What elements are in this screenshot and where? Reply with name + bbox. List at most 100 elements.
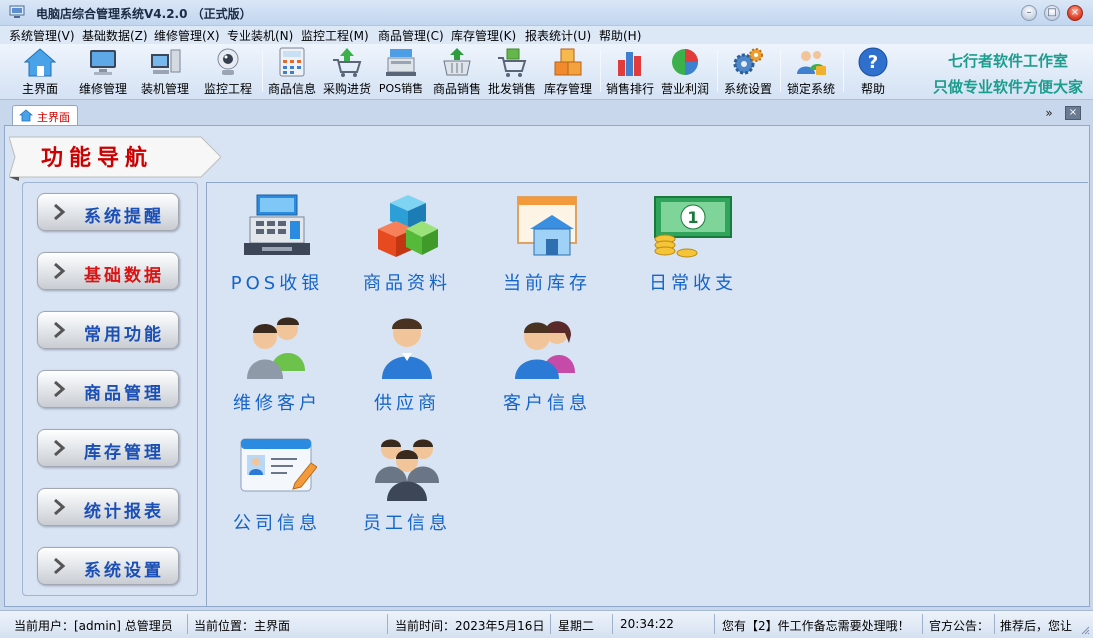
computer-icon (151, 49, 181, 74)
cash-register-icon (386, 49, 416, 76)
app-icon (9, 5, 25, 18)
svg-text:?: ? (868, 52, 878, 73)
status-separator (550, 614, 551, 634)
status-notice[interactable]: 推荐后，您让 (1000, 617, 1076, 634)
tab-home[interactable]: 主界面 (12, 105, 78, 126)
func-goods-data[interactable]: 商品资料 (337, 193, 477, 303)
menu-basic-data[interactable]: 基础数据(Z) (82, 27, 148, 44)
chevron-right-icon (54, 321, 66, 339)
cash-register-icon (244, 194, 310, 255)
toolbar-help-button[interactable]: ? 帮助 (850, 46, 896, 98)
toolbar-separator (780, 50, 781, 92)
status-memo[interactable]: 您有【2】件工作备忘需要处理哦！ (722, 617, 918, 634)
two-users-icon (247, 317, 305, 379)
menu-inventory[interactable]: 库存管理(K) (451, 27, 516, 44)
chevron-right-icon (54, 498, 66, 516)
func-supplier[interactable]: 供应商 (337, 313, 477, 423)
func-customer-info[interactable]: 客户信息 (477, 313, 617, 423)
sidebar-item-reports[interactable]: 统计报表 (37, 488, 179, 526)
menu-monitoring[interactable]: 监控工程(M) (301, 27, 369, 44)
cubes-icon (378, 195, 438, 257)
tab-close-icon[interactable]: × (1065, 106, 1081, 120)
nav-banner-title: 功能导航 (41, 146, 154, 171)
toolbar-purchase-button[interactable]: 采购进货 (320, 46, 374, 98)
toolbar: 主界面 维修管理 装机管理 监控工程 商品信息 采购进货 POS销售 商品销售 … (0, 44, 1093, 100)
toolbar-home-button[interactable]: 主界面 (10, 46, 70, 98)
func-pos-cashier[interactable]: POS收银 (207, 193, 347, 303)
menu-repair[interactable]: 维修管理(X) (154, 27, 220, 44)
sidebar-item-inventory[interactable]: 库存管理 (37, 429, 179, 467)
svg-text:1: 1 (687, 208, 698, 227)
status-separator (387, 614, 388, 634)
title-bar: 电脑店综合管理系统V4.2.0 （正式版） – □ × (0, 0, 1093, 26)
main-content: 功能导航 系统提醒 基础数据 常用功能 商品管理 库存管理 统计报表 系统设置 (4, 125, 1090, 607)
sidebar-item-goods[interactable]: 商品管理 (37, 370, 179, 408)
id-card-icon (240, 438, 317, 492)
maximize-button[interactable]: □ (1044, 5, 1060, 21)
menu-goods[interactable]: 商品管理(C) (378, 27, 444, 44)
status-separator (612, 614, 613, 634)
bar-chart-icon (618, 52, 641, 76)
toolbar-pos-button[interactable]: POS销售 (376, 46, 426, 98)
toolbar-settings-button[interactable]: 系统设置 (720, 46, 776, 98)
webcam-icon (217, 48, 239, 75)
func-repair-customers[interactable]: 维修客户 (207, 313, 347, 423)
toolbar-goods-info-button[interactable]: 商品信息 (265, 46, 319, 98)
func-daily-expense[interactable]: 1 日常收支 (623, 193, 763, 303)
status-separator (922, 614, 923, 634)
minimize-button[interactable]: – (1021, 5, 1037, 21)
status-date: 当前时间：2023年5月16日 (395, 619, 545, 633)
status-separator (994, 614, 995, 634)
tab-scroll-icon[interactable]: » (1041, 106, 1057, 120)
toolbar-separator (843, 50, 844, 92)
toolbar-goods-sale-button[interactable]: 商品销售 (430, 46, 484, 98)
toolbar-profit-button[interactable]: 营业利润 (658, 46, 712, 98)
sidebar-item-reminder[interactable]: 系统提醒 (37, 193, 179, 231)
resize-grip-icon[interactable] (1080, 625, 1090, 635)
func-current-stock[interactable]: 当前库存 (477, 193, 617, 303)
home-icon (19, 109, 33, 122)
toolbar-repair-button[interactable]: 维修管理 (75, 46, 131, 98)
toolbar-assembly-button[interactable]: 装机管理 (137, 46, 193, 98)
warehouse-icon (517, 196, 577, 256)
toolbar-separator (262, 50, 263, 92)
menu-assembly[interactable]: 专业装机(N) (227, 27, 293, 44)
close-button[interactable]: × (1067, 5, 1083, 21)
group-icon (375, 439, 439, 501)
status-location: 当前位置：主界面 (194, 619, 291, 633)
cart-in-icon (333, 48, 362, 77)
func-company-info[interactable]: 公司信息 (207, 433, 347, 543)
toolbar-inventory-button[interactable]: 库存管理 (541, 46, 595, 98)
chevron-right-icon (54, 203, 66, 221)
basket-icon (443, 48, 471, 76)
chevron-right-icon (54, 439, 66, 457)
status-notice-label: 官方公告： (929, 619, 990, 633)
status-separator (714, 614, 715, 634)
tab-strip: 主界面 (0, 101, 1093, 126)
users-lock-icon (797, 51, 826, 75)
menu-system[interactable]: 系统管理(V) (9, 27, 75, 44)
money-icon: 1 (654, 196, 732, 258)
user-icon (382, 318, 432, 379)
window-title: 电脑店综合管理系统V4.2.0 （正式版） (36, 7, 252, 21)
status-bar: 当前用户：[admin] 总管理员 当前位置：主界面 当前时间：2023年5月1… (0, 610, 1093, 638)
menu-reports[interactable]: 报表统计(U) (525, 27, 591, 44)
toolbar-sales-rank-button[interactable]: 销售排行 (603, 46, 657, 98)
boxes-icon (554, 48, 582, 76)
func-staff-info[interactable]: 员工信息 (337, 433, 477, 543)
toolbar-separator (717, 50, 718, 92)
sidebar-item-basic-data[interactable]: 基础数据 (37, 252, 179, 290)
toolbar-monitoring-button[interactable]: 监控工程 (200, 46, 256, 98)
menu-bar: 系统管理(V) 基础数据(Z) 维修管理(X) 专业装机(N) 监控工程(M) … (0, 26, 1093, 44)
function-area: POS收银 商品资料 当前库存 1 日常收支 维修客户 供应商 客户信息 公司信… (206, 182, 1088, 606)
toolbar-lock-button[interactable]: 锁定系统 (783, 46, 839, 98)
chevron-right-icon (54, 557, 66, 575)
menu-help[interactable]: 帮助(H) (599, 27, 641, 44)
gears-icon (733, 48, 763, 75)
toolbar-wholesale-button[interactable]: 批发销售 (485, 46, 539, 98)
home-icon (23, 48, 57, 77)
brand-line-1: 七行者软件工作室 (948, 52, 1069, 70)
help-icon: ? (858, 47, 888, 77)
sidebar-item-common[interactable]: 常用功能 (37, 311, 179, 349)
sidebar-item-settings[interactable]: 系统设置 (37, 547, 179, 585)
